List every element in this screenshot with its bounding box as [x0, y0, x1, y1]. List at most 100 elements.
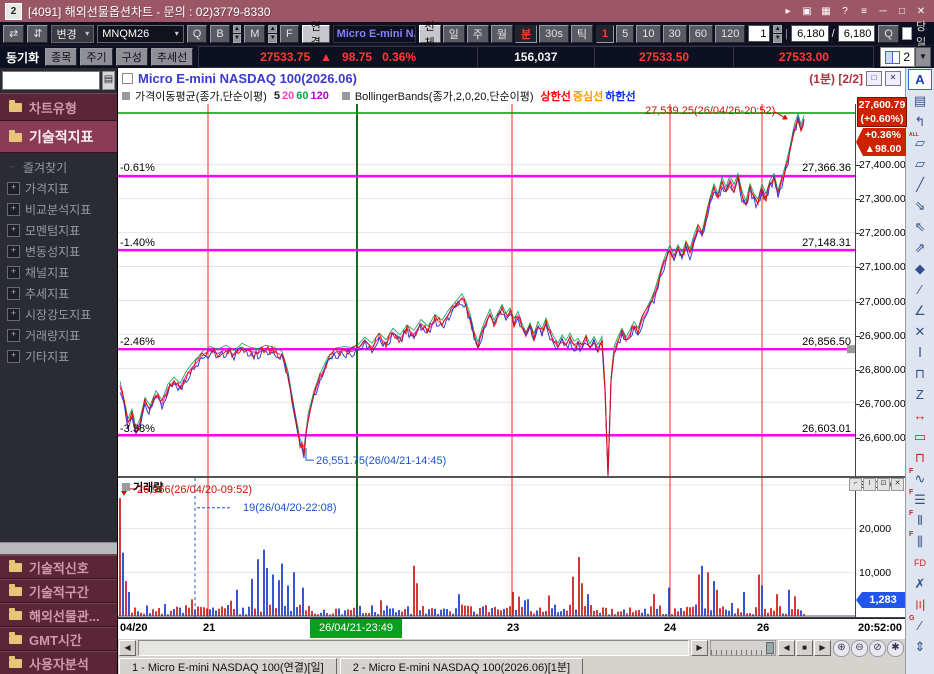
period-button-분[interactable]: 분: [515, 24, 538, 43]
period-button-틱[interactable]: 틱: [570, 24, 594, 43]
time-axis[interactable]: 04/20 21 23 24 26 26/04/21-23:49 20:52:00: [118, 618, 905, 639]
trendline-tool-icon[interactable]: ⇘: [908, 195, 932, 216]
period-button-전체[interactable]: 전체: [418, 21, 441, 49]
minute-button-5[interactable]: 5: [616, 24, 635, 43]
tree-expand-icon[interactable]: +: [7, 287, 20, 300]
erase-all-tool-icon[interactable]: ▱ ALL: [908, 132, 932, 153]
sidebar-scrollbar[interactable]: [0, 542, 117, 555]
cross-line-tool-icon[interactable]: ✕: [908, 321, 932, 342]
sidebar-header-기술적구간[interactable]: 기술적구간: [0, 579, 117, 603]
period-range-tool-icon[interactable]: ⊓: [908, 447, 932, 468]
fibo-fan-tool-icon[interactable]: ∿ F: [908, 468, 932, 489]
sidebar-item-시장강도지표[interactable]: + 시장강도지표: [7, 304, 117, 325]
b-spinner[interactable]: ▲ ▼: [232, 24, 242, 43]
volume-axis[interactable]: ⌐I⊡✕ 1,283 30,00020,00010,000: [849, 478, 906, 618]
marker-tool-icon[interactable]: ◆: [908, 258, 932, 279]
extended-line-tool-icon[interactable]: ⇗: [908, 237, 932, 258]
volume-pane[interactable]: 거래량 26,966(26/04/20-09:52) 19(26/04/20-2…: [118, 478, 855, 618]
bars-pattern-tool-icon[interactable]: 〣: [908, 594, 932, 615]
sidebar-header-GMT시간[interactable]: GMT시간: [0, 627, 117, 651]
tree-expand-icon[interactable]: +: [7, 266, 20, 279]
connect-button[interactable]: 연결: [301, 21, 330, 49]
chart-checkbox[interactable]: [122, 72, 133, 84]
arrow-mark-tool-icon[interactable]: ↔: [908, 405, 932, 426]
chart-tab-2[interactable]: 2 - Micro E-mini NASDAQ 100(2026.06)[1분]: [339, 658, 584, 674]
day-checkbox[interactable]: [901, 27, 913, 40]
tree-expand-icon[interactable]: +: [7, 245, 20, 258]
zoom-area-button[interactable]: Q: [878, 24, 899, 43]
segment-tool-icon[interactable]: ∕: [908, 279, 932, 300]
zoom-button-1[interactable]: ⊖: [851, 639, 868, 657]
window-control-7[interactable]: ✕: [913, 4, 929, 19]
fibo-time-tool-icon[interactable]: ⫴ F: [908, 510, 932, 531]
transport-button-1[interactable]: ■: [796, 640, 813, 656]
minute-button-1[interactable]: 1: [596, 24, 615, 43]
scroll-right-button[interactable]: ▶: [691, 640, 708, 656]
layout-dropdown-button[interactable]: ▼: [915, 47, 931, 67]
rect-range-tool-icon[interactable]: ▭: [908, 426, 932, 447]
period-button-30s[interactable]: 30s: [539, 24, 569, 43]
indicator-search-input[interactable]: [2, 71, 100, 90]
sidebar-item-변동성지표[interactable]: + 변동성지표: [7, 241, 117, 262]
f-order-button[interactable]: F: [280, 24, 299, 43]
sidebar-item-즐겨찾기[interactable]: ┄ 즐겨찾기: [7, 157, 117, 178]
scroll-tool-icon[interactable]: ⇕: [908, 636, 932, 657]
minute-button-30[interactable]: 30: [662, 24, 687, 43]
market-order-button[interactable]: M: [244, 24, 266, 43]
zoom-button-3[interactable]: ✱: [887, 639, 904, 657]
period-button-일[interactable]: 일: [442, 24, 465, 43]
sidebar-header-사용자분석[interactable]: 사용자분석: [0, 651, 117, 674]
volume-mini-button-2[interactable]: ⊡: [877, 478, 890, 491]
minute-button-120[interactable]: 120: [715, 24, 746, 43]
angle-tool-icon[interactable]: ∠: [908, 300, 932, 321]
line-tool-icon[interactable]: ╱: [908, 174, 932, 195]
period-button-월[interactable]: 월: [490, 24, 514, 43]
tree-expand-icon[interactable]: +: [7, 329, 20, 342]
buy-order-button[interactable]: B: [210, 24, 230, 43]
gann-tool-icon[interactable]: ∕ G: [908, 615, 932, 636]
sidebar-item-가격지표[interactable]: + 가격지표: [7, 178, 117, 199]
layout-split-button[interactable]: 2: [880, 47, 915, 67]
tree-expand-icon[interactable]: +: [7, 182, 20, 195]
minute-button-10[interactable]: 10: [636, 24, 661, 43]
tree-expand-icon[interactable]: +: [7, 203, 20, 216]
undo-tool-icon[interactable]: ↰: [908, 111, 932, 132]
vertical-range-tool-icon[interactable]: Ⅰ: [908, 342, 932, 363]
symbol-code-dropdown[interactable]: MNQM26 ▾: [97, 24, 184, 43]
minute-button-60[interactable]: 60: [688, 24, 714, 43]
change-dropdown[interactable]: 변경 ▾: [51, 24, 95, 43]
tree-expand-icon[interactable]: +: [7, 308, 20, 321]
sidebar-item-비교분석지표[interactable]: + 비교분석지표: [7, 199, 117, 220]
chart-maximize-button[interactable]: □: [866, 70, 882, 86]
symbol-search-button[interactable]: Q: [186, 24, 208, 43]
sidebar-item-모멘텀지표[interactable]: + 모멘텀지표: [7, 220, 117, 241]
volume-mini-button-0[interactable]: ⌐: [849, 478, 862, 491]
elliott-tool-icon[interactable]: FD: [908, 552, 932, 573]
period-button-주[interactable]: 주: [466, 24, 489, 43]
text-tool-icon[interactable]: A: [908, 69, 932, 90]
transport-button-0[interactable]: ◀: [778, 640, 795, 656]
dock-left-button[interactable]: ⇄: [3, 24, 25, 43]
count-spinner[interactable]: ▲ ▼: [773, 24, 783, 43]
search-list-icon[interactable]: ▤: [102, 71, 115, 90]
dock-down-button[interactable]: ⇵: [27, 24, 49, 43]
tree-expand-icon[interactable]: +: [7, 350, 20, 363]
bars-from-input[interactable]: 6,180: [790, 25, 829, 42]
channel-tool-icon[interactable]: ⊓: [908, 363, 932, 384]
memo-tool-icon[interactable]: ▤: [908, 90, 932, 111]
count-input[interactable]: 1: [748, 25, 771, 42]
scroll-left-button[interactable]: ◀: [119, 640, 136, 656]
price-axis[interactable]: 27,600.79 (+0.60%) +0.36% ▲98.00 27,400.…: [855, 97, 907, 478]
zoom-button-0[interactable]: ⊕: [833, 639, 850, 657]
fibo-ext-tool-icon[interactable]: ⫼ F: [908, 531, 932, 552]
toolbar-button-구성[interactable]: 구성: [115, 48, 148, 66]
chart-tab-1[interactable]: 1 - Micro E-mini NASDAQ 100(연결)[일]: [119, 658, 337, 674]
sidebar-item-거래량지표[interactable]: + 거래량지표: [7, 325, 117, 346]
volume-mini-button-1[interactable]: I: [863, 478, 876, 491]
tree-expand-icon[interactable]: +: [7, 224, 20, 237]
sidebar-item-기타지표[interactable]: + 기타지표: [7, 346, 117, 367]
ray-tool-icon[interactable]: ⇖: [908, 216, 932, 237]
zoom-slider[interactable]: [710, 640, 776, 656]
sidebar-item-채널지표[interactable]: + 채널지표: [7, 262, 117, 283]
fibo-retrace-tool-icon[interactable]: ☰ F: [908, 489, 932, 510]
